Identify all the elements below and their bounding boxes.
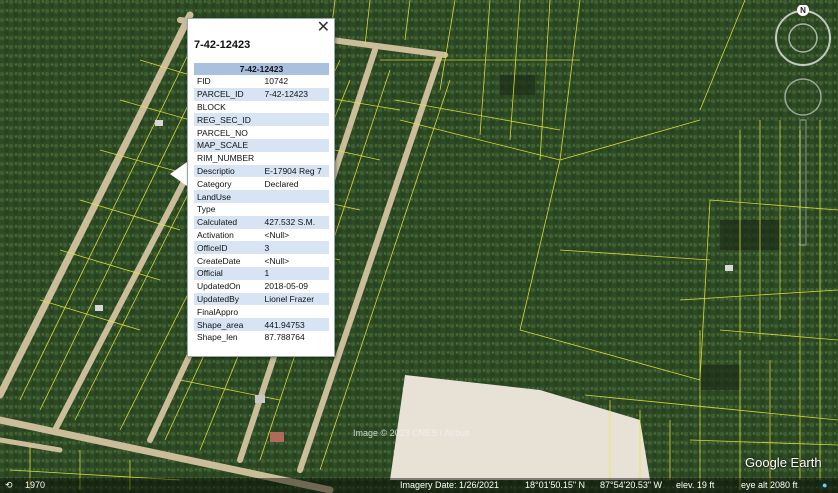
- attribute-row: RIM_NUMBER: [194, 152, 329, 165]
- attribute-value: 1: [261, 266, 329, 280]
- attribute-key: REG_SEC_ID: [194, 113, 262, 127]
- attribute-value: [261, 113, 329, 127]
- building: [95, 305, 103, 311]
- historical-year-icon[interactable]: ⟲: [5, 480, 13, 491]
- attribute-row: UpdatedOn 2018-05-09: [194, 280, 329, 293]
- attribute-key: Type: [197, 204, 216, 215]
- attribute-row: OfficeID 3: [194, 241, 329, 255]
- attribute-value: 10742: [264, 76, 289, 87]
- attribute-value: 3: [261, 241, 329, 255]
- attribute-value: [261, 190, 329, 203]
- attribute-value: E-17904 Reg 7: [261, 164, 329, 178]
- building: [155, 120, 163, 126]
- attribute-value: Declared: [264, 178, 299, 189]
- attribute-key: BLOCK: [197, 101, 226, 112]
- attribute-table-header: 7-42-12423: [194, 63, 329, 75]
- attribute-key: PARCEL_NO: [197, 127, 248, 138]
- eye-altitude: eye alt 2080 ft: [741, 480, 798, 490]
- attribute-value: [262, 101, 330, 114]
- attribute-value: 7-42-12423: [261, 87, 329, 101]
- attribute-value: [262, 126, 330, 139]
- close-icon[interactable]: ✕: [317, 20, 330, 36]
- attribute-row: Official 1: [194, 266, 329, 280]
- attribute-row: LandUse: [194, 190, 329, 203]
- building: [255, 395, 265, 403]
- attribute-key: MAP_SCALE: [194, 138, 262, 152]
- dark-patch: [720, 220, 780, 250]
- attribute-key: RIM_NUMBER: [197, 153, 255, 164]
- attribute-value: [262, 305, 330, 318]
- imagery-attribution: Image © 2023 CNES / Airbus: [353, 428, 470, 438]
- attribute-row: BLOCK: [194, 101, 329, 114]
- attribute-key: Calculated: [194, 215, 262, 229]
- attribute-key: UpdatedBy: [194, 292, 262, 306]
- latitude: 18°01'50.15" N: [525, 480, 586, 490]
- elevation: elev. 19 ft: [676, 480, 715, 490]
- attribute-key: Official: [194, 266, 262, 280]
- dark-patch: [500, 75, 535, 95]
- popup-title: 7-42-12423: [194, 39, 251, 51]
- attribute-value: <Null>: [264, 229, 290, 240]
- attribute-row: UpdatedBy Lionel Frazer: [194, 292, 329, 306]
- attribute-value: 87.788764: [264, 332, 305, 343]
- attribute-row: FID 10742: [194, 75, 329, 88]
- attribute-value: 427.532 S.M.: [261, 215, 329, 229]
- zoom-slider[interactable]: [799, 119, 807, 246]
- attribute-value: [262, 152, 330, 165]
- attribute-key: UpdatedOn: [197, 281, 241, 292]
- attribute-row: CreateDate <Null>: [194, 254, 329, 267]
- compass-north-label: N: [800, 6, 806, 15]
- streaming-status-icon: ●: [822, 480, 828, 490]
- attribute-row: PARCEL_NO: [194, 126, 329, 139]
- attribute-row: FinalAppro: [194, 305, 329, 318]
- attribute-value: 2018-05-09: [264, 281, 308, 292]
- building: [725, 265, 733, 271]
- attribute-key: LandUse: [194, 190, 262, 203]
- parcel-info-popup: ✕ 7-42-12423 7-42-12423 FID 10742 PARCEL_I…: [187, 18, 335, 357]
- attribute-row: Shape_len 87.788764: [194, 331, 329, 344]
- attribute-key: Category: [197, 178, 232, 189]
- attribute-key: CreateDate: [197, 255, 241, 266]
- attribute-key: OfficeID: [194, 241, 262, 255]
- imagery-date: Imagery Date: 1/26/2021: [400, 480, 500, 490]
- attribute-value: <Null>: [264, 255, 290, 266]
- popup-pointer: [170, 162, 187, 186]
- dark-patch: [700, 365, 740, 390]
- attribute-row: Calculated 427.532 S.M.: [194, 215, 329, 229]
- attribute-row: PARCEL_ID 7-42-12423: [194, 87, 329, 101]
- attribute-row: REG_SEC_ID: [194, 113, 329, 127]
- attribute-row: Type: [194, 203, 329, 216]
- historical-year: 1970: [25, 480, 46, 490]
- attribute-key: PARCEL_ID: [194, 87, 262, 101]
- navigation-controls[interactable]: N: [775, 5, 835, 250]
- attribute-key: Activation: [197, 229, 234, 240]
- longitude: 87°54'20.53" W: [600, 480, 663, 490]
- attribute-value: Lionel Frazer: [261, 292, 329, 306]
- attribute-key: Shape_area: [194, 318, 262, 331]
- status-bar: ⟲ 1970 Imagery Date: 1/26/2021 18°01'50.…: [0, 478, 838, 493]
- attribute-value: [261, 138, 329, 152]
- attribute-row: Shape_area 441.94753: [194, 318, 329, 331]
- attribute-row: Descriptio E-17904 Reg 7: [194, 164, 329, 178]
- attribute-key: FID: [197, 76, 211, 87]
- compass-ring[interactable]: [775, 10, 831, 66]
- attribute-key: FinalAppro: [197, 306, 239, 317]
- attribute-row: Category Declared: [194, 177, 329, 190]
- attribute-table: 7-42-12423 FID 10742 PARCEL_ID 7-42-12423 BL…: [194, 63, 329, 344]
- attribute-row: Activation <Null>: [194, 229, 329, 242]
- building: [270, 432, 284, 442]
- satellite-map[interactable]: [0, 0, 838, 493]
- attribute-value: 441.94753: [261, 318, 329, 331]
- look-joystick[interactable]: [784, 78, 822, 116]
- attribute-value: [262, 203, 330, 216]
- attribute-key: Descriptio: [194, 164, 262, 178]
- attribute-key: Shape_len: [197, 332, 238, 343]
- attribute-row: MAP_SCALE: [194, 138, 329, 152]
- google-earth-logo: Google Earth: [745, 455, 822, 470]
